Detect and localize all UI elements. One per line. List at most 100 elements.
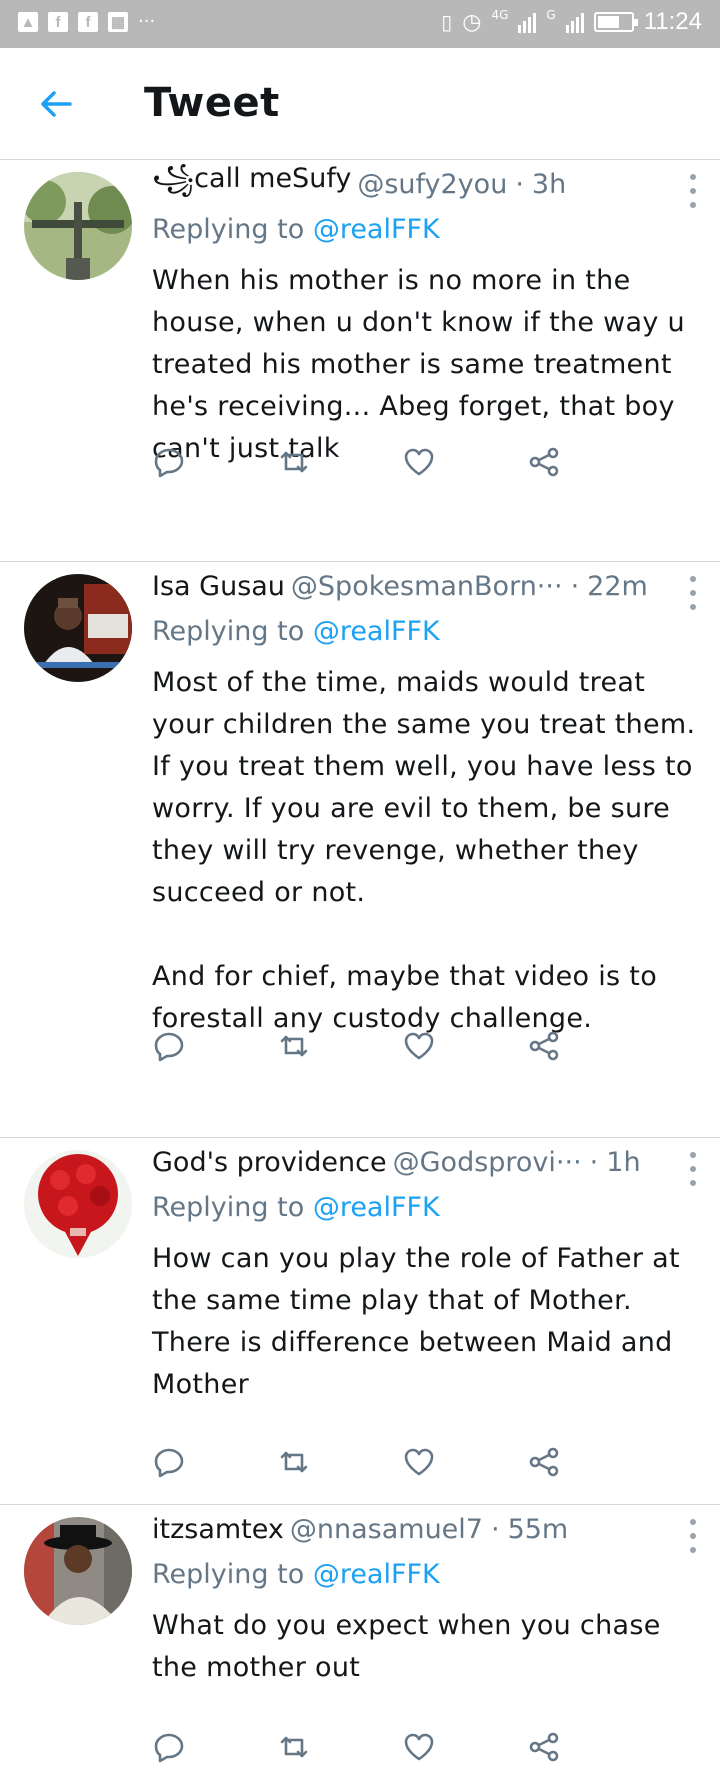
vibrate-icon: ▯ [441,10,453,34]
tweet-text: Most of the time, maids would treat your… [152,667,696,1034]
more-options-icon[interactable] [690,1152,698,1186]
timestamp: 1h [606,1146,641,1178]
battery-icon [593,12,638,32]
gallery-icon: ▦ [108,12,128,32]
replying-to-label: Replying to [152,1559,305,1590]
tweet-actions [152,1727,652,1767]
reply-icon [154,448,184,478]
display-name[interactable]: Isa Gusau [152,571,285,602]
tweet-actions [152,1442,652,1482]
display-name[interactable]: ꧁call meSufy [152,164,351,204]
share-button[interactable] [527,442,652,482]
retweet-icon [280,1451,308,1473]
like-button[interactable] [402,1442,527,1482]
tweet-text: When his mother is no more in the house,… [152,265,694,464]
retweet-button[interactable] [277,1026,402,1066]
alarm-icon: ◷ [462,9,482,35]
display-name[interactable]: itzsamtex [152,1514,284,1545]
avatar[interactable] [24,1517,132,1625]
share-icon [529,1031,559,1061]
tweet-actions [152,442,652,482]
reply-mention-link[interactable]: @realFFK [313,214,440,245]
more-options-icon[interactable] [690,576,698,610]
like-button[interactable] [402,442,527,482]
signal-icon [518,11,537,33]
heart-icon [404,448,434,476]
tweet-card[interactable]: ꧁call meSufy @sufy2you · 3h Replying to … [0,160,720,562]
back-arrow-icon[interactable] [36,84,76,124]
tweet-header: ꧁call meSufy @sufy2you · 3h [152,164,704,204]
reply-mention-link[interactable]: @realFFK [313,1559,440,1590]
user-handle[interactable]: @sufy2you [357,169,507,200]
share-icon [529,447,559,477]
retweet-button[interactable] [277,1442,402,1482]
tweet-header: God's providence @Godsprovi··· · 1h [152,1142,704,1182]
like-button[interactable] [402,1727,527,1767]
timestamp: 22m [587,570,648,602]
heart-icon [404,1733,434,1761]
reply-button[interactable] [152,1727,277,1767]
share-icon [529,1732,559,1762]
avatar[interactable] [24,1150,132,1258]
reply-icon [154,1448,184,1478]
reply-icon [154,1733,184,1763]
clock: 11:24 [643,8,702,35]
tweet-body: Isa Gusau @SpokesmanBorn··· · 22m Replyi… [152,566,704,1040]
facebook-icon: f [48,12,68,32]
facebook-icon: f [78,12,98,32]
retweet-button[interactable] [277,1727,402,1767]
reply-button[interactable] [152,442,277,482]
tweet-header: itzsamtex @nnasamuel7 · 55m [152,1509,704,1549]
notification-icons: ▲ f f ▦ ··· [18,12,155,32]
reply-button[interactable] [152,1026,277,1066]
status-indicators: ▯ ◷ 4G G 11:24 [441,8,702,36]
tweet-actions [152,1026,652,1066]
retweet-button[interactable] [277,442,402,482]
reply-button[interactable] [152,1442,277,1482]
tweet-card[interactable]: Isa Gusau @SpokesmanBorn··· · 22m Replyi… [0,562,720,1138]
tweet-header: Isa Gusau @SpokesmanBorn··· · 22m [152,566,704,606]
separator: · [570,570,580,602]
tweet-text: How can you play the role of Father at t… [152,1243,689,1400]
replying-to: Replying to @realFFK [152,1192,704,1226]
tweet-card[interactable]: itzsamtex @nnasamuel7 · 55m Replying to … [0,1505,720,1777]
share-icon [529,1447,559,1477]
tweet-card[interactable]: God's providence @Godsprovi··· · 1h Repl… [0,1138,720,1505]
signal-icon [565,11,584,33]
tweet-text: What do you expect when you chase the mo… [152,1610,670,1683]
user-handle[interactable]: @SpokesmanBorn··· [291,571,563,602]
replying-to: Replying to @realFFK [152,214,704,248]
status-bar: ▲ f f ▦ ··· ▯ ◷ 4G G 11:24 [0,0,720,48]
timestamp: 3h [531,168,567,200]
network-label-1: 4G [491,8,509,22]
share-button[interactable] [527,1442,652,1482]
retweet-icon [280,451,308,473]
tweet-body: God's providence @Godsprovi··· · 1h Repl… [152,1142,704,1406]
reply-mention-link[interactable]: @realFFK [313,616,440,647]
heart-icon [404,1448,434,1476]
image-icon: ▲ [18,12,38,32]
more-notifications-icon: ··· [138,11,156,32]
timestamp: 55m [507,1513,569,1545]
share-button[interactable] [527,1026,652,1066]
share-button[interactable] [527,1727,652,1767]
like-button[interactable] [402,1026,527,1066]
display-name[interactable]: God's providence [152,1147,387,1178]
network-label-2: G [546,8,556,22]
user-handle[interactable]: @Godsprovi··· [393,1147,582,1178]
reply-icon [154,1032,184,1062]
retweet-icon [280,1035,308,1057]
more-options-icon[interactable] [690,174,698,208]
user-handle[interactable]: @nnasamuel7 [290,1514,483,1545]
avatar[interactable] [24,172,132,280]
more-options-icon[interactable] [690,1519,698,1553]
avatar[interactable] [24,574,132,682]
tweet-body: ꧁call meSufy @sufy2you · 3h Replying to … [152,164,704,470]
replying-to: Replying to @realFFK [152,1559,704,1593]
heart-icon [404,1032,434,1060]
separator: · [589,1146,599,1178]
retweet-icon [280,1736,308,1758]
replying-to-label: Replying to [152,1192,305,1223]
reply-mention-link[interactable]: @realFFK [313,1192,440,1223]
separator: · [490,1513,500,1545]
